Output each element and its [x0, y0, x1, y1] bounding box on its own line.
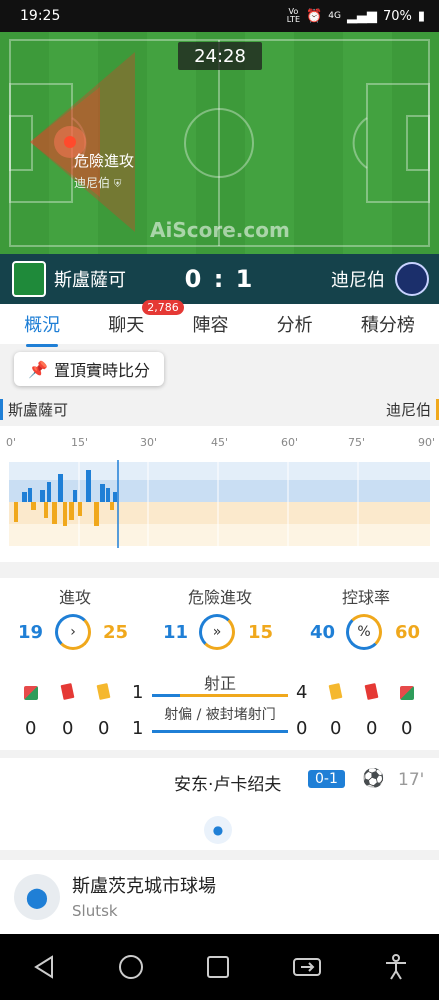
tick-0: 0' [6, 436, 17, 449]
goal-score-badge: 0-1 [308, 770, 345, 788]
goal-event-row: 安东·卢卡绍夫 0-1 ⚽ 17' ● [0, 758, 439, 850]
live-event-team: 迪尼伯 ⛨ [74, 176, 122, 190]
yellow-card-icon [96, 683, 111, 700]
volte-icon: Vo LTE [286, 7, 301, 24]
timeline-team-labels: 斯盧薩可 迪尼伯 [0, 396, 439, 422]
tab-standings[interactable]: 積分榜 [355, 307, 421, 341]
tab-bar: 概況 聊天 2,786 陣容 分析 積分榜 [0, 300, 439, 347]
momentum-chart [9, 460, 430, 548]
match-stats: 進攻 危險進攻 控球率 19 › 25 11 » 15 40 % 60 射正 1… [0, 578, 439, 750]
network-label: 4G [328, 11, 341, 21]
screen-switch-icon[interactable] [291, 953, 323, 981]
chevron-right-icon: › [70, 624, 76, 640]
watermark-logo: AiScore.com [150, 218, 290, 242]
pin-icon: 📌 [28, 359, 48, 379]
timeline-home-label: 斯盧薩可 [0, 398, 68, 420]
dangerous-attacks-home: 11 [163, 622, 189, 643]
status-time: 19:25 [20, 8, 61, 24]
tick-75: 75' [348, 436, 366, 449]
battery-percent: 70% [382, 8, 412, 24]
venue-name: 斯盧茨克城市球場 [72, 876, 216, 897]
tick-90: 90' [418, 436, 436, 449]
status-bar: 19:25 Vo LTE ⏰ 4G ▂▄▆ 70% ▮ [0, 0, 439, 32]
possession-ring: % [346, 614, 382, 650]
alarm-icon: ⏰ [306, 8, 323, 24]
tab-lineup[interactable]: 陣容 [186, 307, 234, 341]
corner-flag-icon [24, 686, 38, 700]
corner-flag-icon [400, 686, 414, 700]
tick-60: 60' [281, 436, 299, 449]
tab-chat[interactable]: 聊天 2,786 [102, 300, 184, 341]
tick-15: 15' [71, 436, 89, 449]
signal-icon: ▂▄▆ [346, 8, 377, 24]
dangerous-attacks-away: 15 [248, 622, 274, 643]
shots-on-target-away: 4 [296, 682, 308, 703]
whistle-icon: ● [204, 816, 232, 844]
shots-on-target-bar-away [180, 694, 288, 697]
status-icons: Vo LTE ⏰ 4G ▂▄▆ 70% ▮ [287, 8, 425, 24]
chat-count-badge: 2,786 [142, 300, 184, 315]
back-icon[interactable] [30, 953, 58, 981]
attacks-home: 19 [18, 622, 44, 643]
dangerous-attacks-label: 危險進攻 [187, 588, 252, 607]
tab-analysis[interactable]: 分析 [271, 307, 319, 341]
pin-live-score-button[interactable]: 📌 置頂實時比分 [14, 352, 164, 386]
goal-minute: 17' [398, 770, 425, 790]
possession-away: 60 [395, 622, 421, 643]
tab-overview[interactable]: 概況 [18, 307, 66, 347]
system-nav-bar [0, 934, 439, 1000]
home-icon[interactable] [117, 953, 145, 981]
venue-card[interactable]: ⬤ 斯盧茨克城市球場 Slutsk [0, 860, 439, 934]
away-corners: 0 [401, 718, 413, 739]
double-chevron-icon: » [212, 624, 222, 640]
yellow-card-icon [328, 683, 343, 700]
shots-off-bar-home [152, 730, 288, 733]
dangerous-attacks-ring: » [199, 614, 235, 650]
accessibility-icon[interactable] [382, 953, 410, 981]
red-card-icon [364, 683, 379, 700]
home-yellow-cards: 0 [98, 718, 110, 739]
recents-icon[interactable] [204, 953, 232, 981]
location-pin-icon: ⬤ [14, 874, 60, 920]
team-crest-icon: ⛨ [113, 179, 122, 190]
away-team-logo[interactable] [395, 262, 429, 296]
percent-icon: % [357, 624, 371, 640]
live-event-title: 危險進攻 [74, 152, 135, 170]
shots-on-target-bar-home [152, 694, 180, 697]
live-pitch[interactable]: 24:28 危險進攻 迪尼伯 ⛨ AiScore.com [0, 32, 439, 254]
soccer-ball-icon: ⚽ [362, 768, 385, 789]
shots-on-target-home: 1 [132, 682, 144, 703]
away-team-name[interactable]: 迪尼伯 [331, 266, 385, 292]
attacks-ring: › [55, 614, 91, 650]
battery-icon: ▮ [417, 8, 425, 24]
home-red-cards: 0 [62, 718, 74, 739]
away-yellow-cards: 0 [330, 718, 342, 739]
momentum-timeline: 0' 15' 30' 45' 60' 75' 90' [0, 426, 439, 562]
possession-home: 40 [310, 622, 336, 643]
home-corners: 0 [25, 718, 37, 739]
tick-45: 45' [211, 436, 229, 449]
away-red-cards: 0 [366, 718, 378, 739]
match-clock: 24:28 [178, 42, 262, 70]
goal-player: 安东·卢卡绍夫 [174, 775, 282, 795]
red-card-icon [60, 683, 75, 700]
possession-label: 控球率 [341, 588, 390, 607]
venue-city: Slutsk [72, 902, 118, 920]
attacks-label: 進攻 [58, 588, 91, 607]
tick-30: 30' [140, 436, 158, 449]
shots-off-away: 0 [296, 718, 308, 739]
score-bar: 斯盧薩可 0 : 1 迪尼伯 [0, 254, 439, 304]
shots-on-target-label: 射正 [203, 674, 236, 693]
timeline-away-label: 迪尼伯 [386, 398, 439, 420]
shots-off-label: 射偏 / 被封堵射门 [164, 707, 276, 723]
attacks-away: 25 [103, 622, 129, 643]
shots-off-home: 1 [132, 718, 144, 739]
